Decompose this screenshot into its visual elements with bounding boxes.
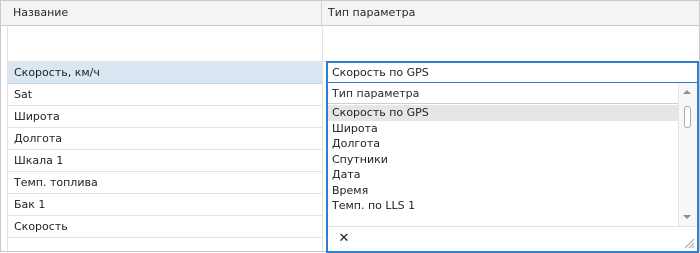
grid-rows: Скорость, км/ч Sat Широта Долгота Шкала … <box>8 62 322 238</box>
grid-header: Название Тип параметра <box>1 1 699 26</box>
dropdown-list: Скорость по GPS Широта Долгота Спутники … <box>328 105 679 214</box>
dropdown-scrollbar[interactable] <box>678 83 697 226</box>
table-row[interactable]: Широта <box>8 106 322 128</box>
dropdown-item[interactable]: Темп. по LLS 1 <box>328 198 679 214</box>
empty-row[interactable] <box>8 38 699 62</box>
table-row[interactable]: Шкала 1 <box>8 150 322 172</box>
table-row[interactable]: Sat <box>8 84 322 106</box>
scroll-down-arrow-icon[interactable] <box>683 215 691 219</box>
parameter-type-dropdown: Тип параметра Скорость по GPS Широта Дол… <box>326 82 699 253</box>
dropdown-footer: ✕ <box>328 226 697 251</box>
dropdown-item[interactable]: Время <box>328 183 679 199</box>
table-row[interactable]: Скорость, км/ч <box>8 62 322 84</box>
table-row[interactable]: Скорость <box>8 216 322 238</box>
dropdown-item[interactable]: Скорость по GPS <box>328 105 679 121</box>
dropdown-item[interactable]: Спутники <box>328 152 679 168</box>
scroll-up-arrow-icon[interactable] <box>683 90 691 94</box>
close-icon[interactable]: ✕ <box>336 231 352 247</box>
column-header-name[interactable]: Название <box>8 1 322 25</box>
table-row[interactable]: Бак 1 <box>8 194 322 216</box>
parameter-type-combo-editor[interactable]: Скорость по GPS <box>326 61 699 83</box>
table-row[interactable]: Темп. топлива <box>8 172 322 194</box>
dropdown-header: Тип параметра <box>328 83 679 104</box>
column-header-parameter-type[interactable]: Тип параметра <box>323 1 699 25</box>
dropdown-item[interactable]: Долгота <box>328 136 679 152</box>
table-row[interactable]: Долгота <box>8 128 322 150</box>
resize-grip-icon[interactable] <box>683 237 695 249</box>
scroll-thumb[interactable] <box>684 106 691 128</box>
dropdown-item[interactable]: Дата <box>328 167 679 183</box>
dropdown-item[interactable]: Широта <box>328 121 679 137</box>
parameters-grid: Название Тип параметра Скорость, км/ч Sa… <box>0 0 700 253</box>
